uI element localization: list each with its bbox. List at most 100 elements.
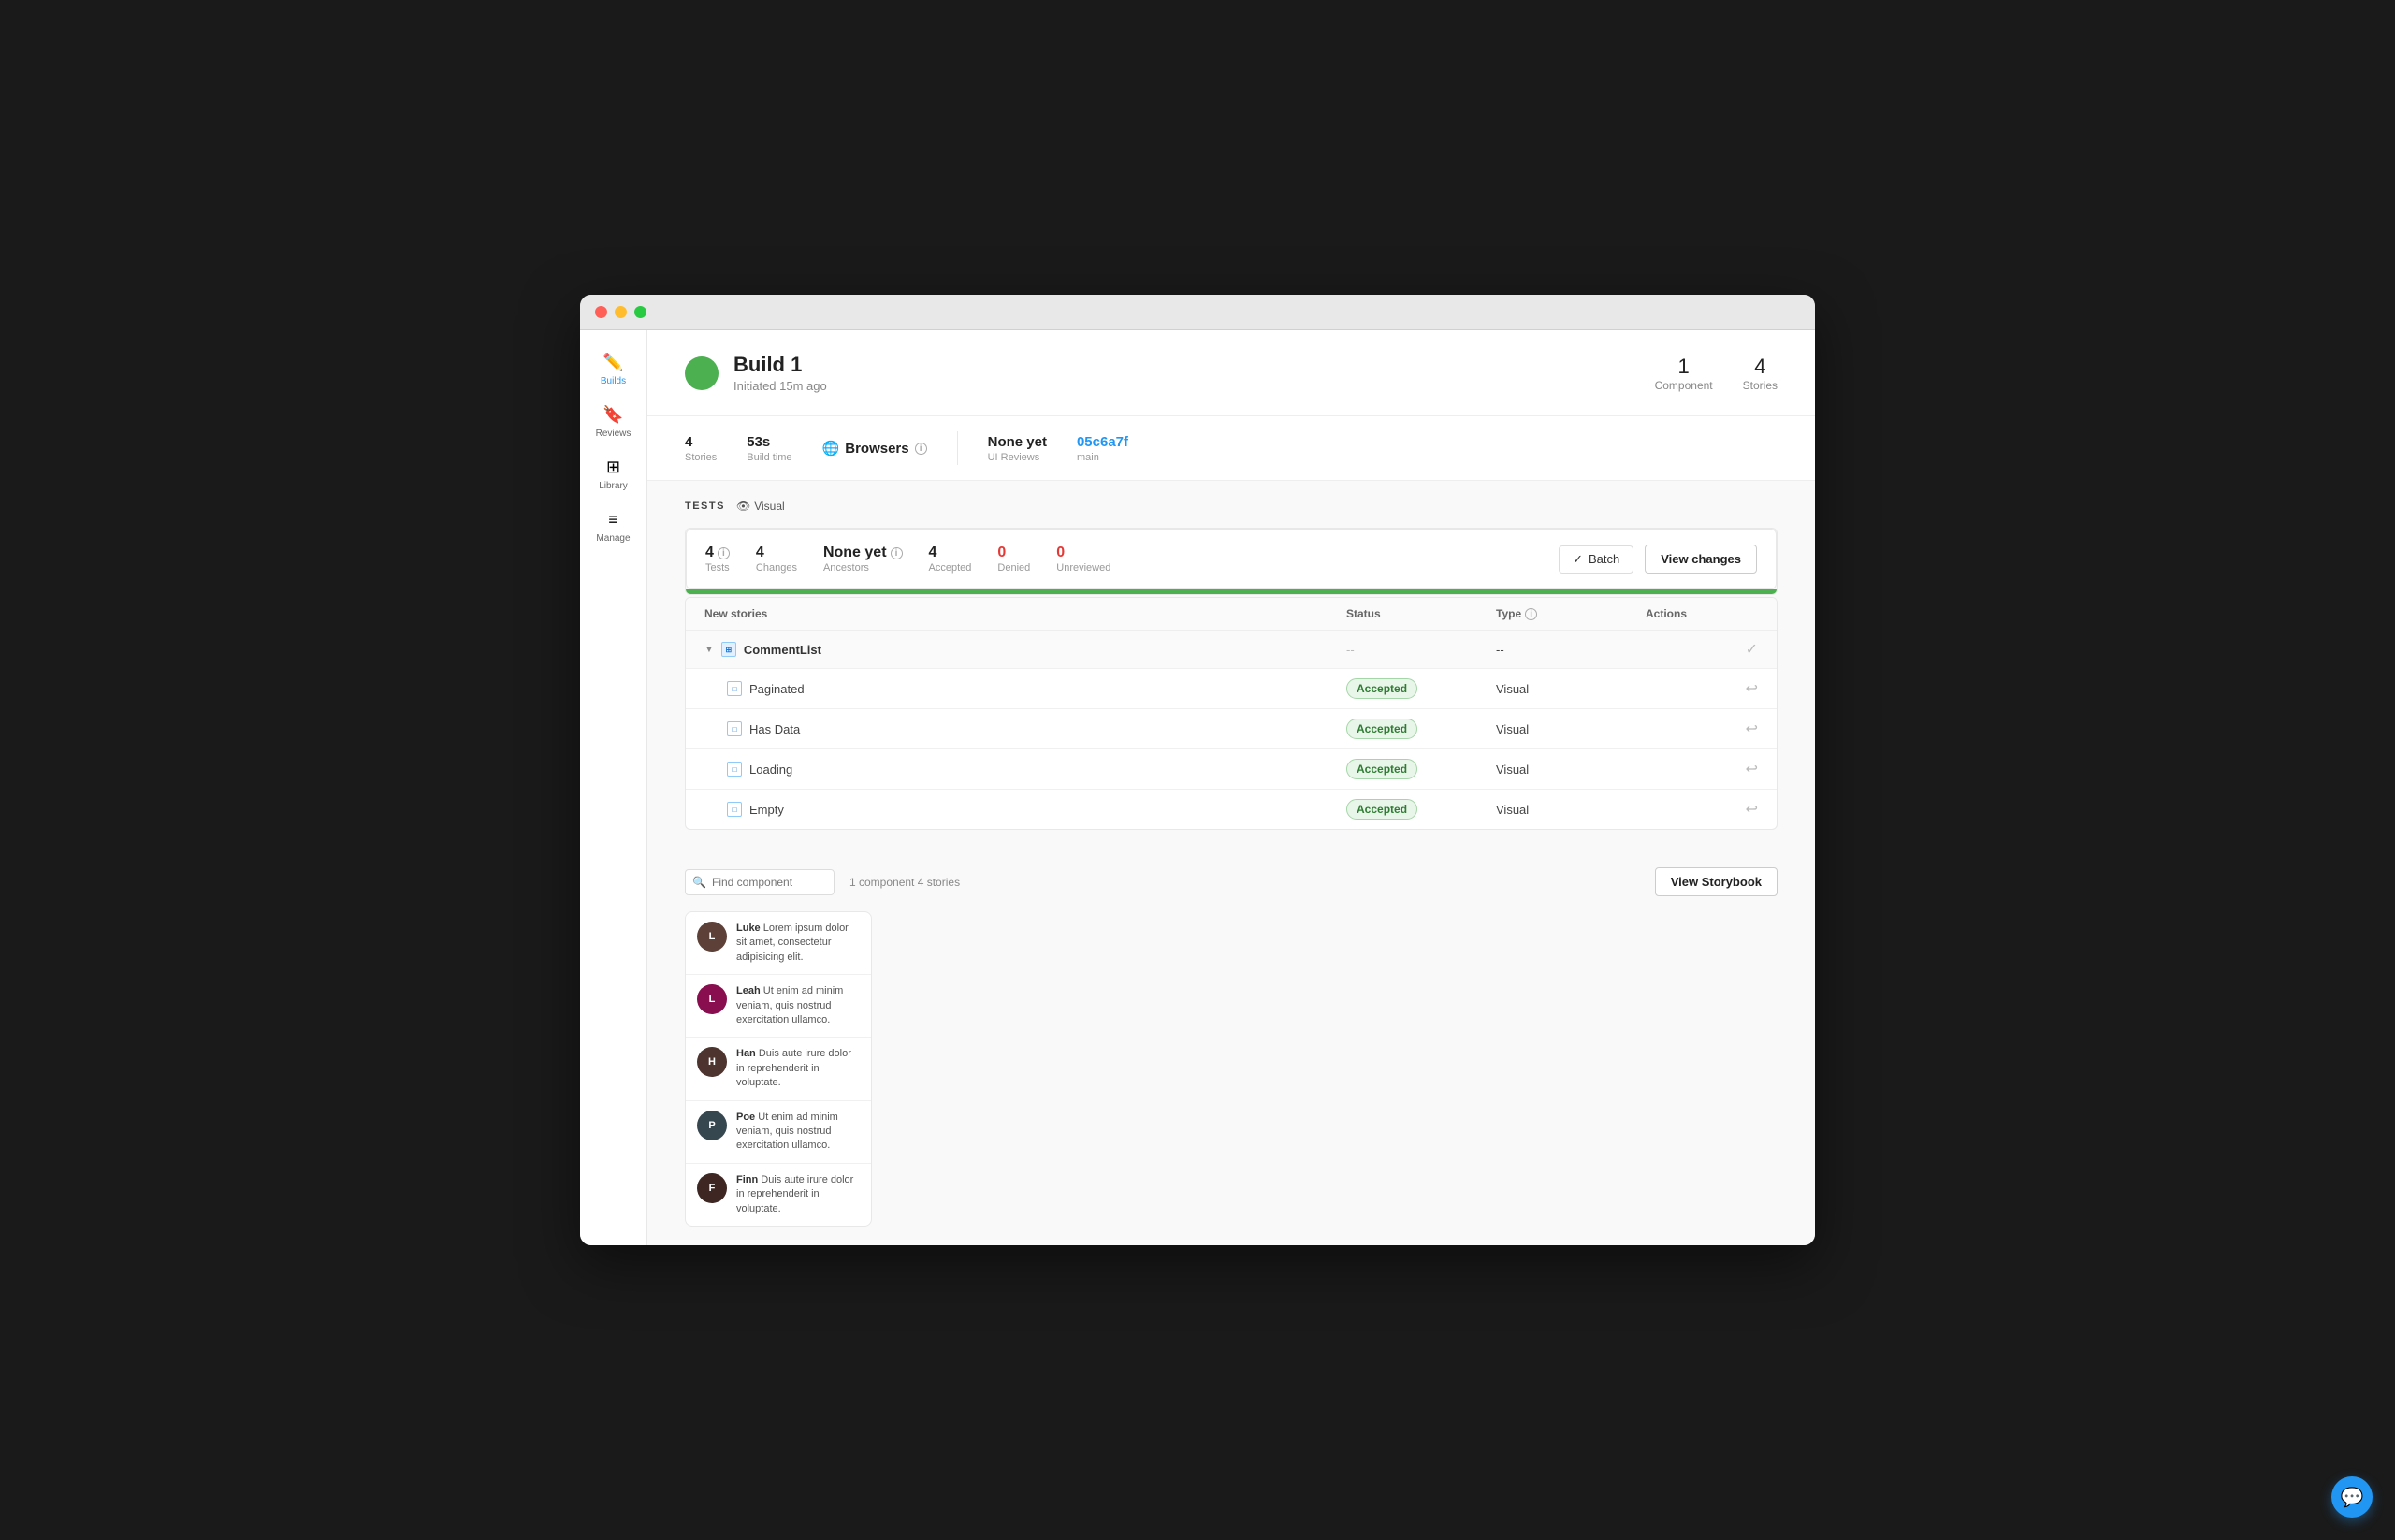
build-status-dot — [685, 356, 718, 390]
sidebar-reviews-label: Reviews — [596, 429, 631, 439]
sidebar-item-library[interactable]: ⊞ Library — [584, 450, 644, 499]
comment-item: L Leah Ut enim ad minim veniam, quis nos… — [686, 975, 871, 1038]
tm-changes: 4 Changes — [756, 545, 797, 574]
visual-badge: 👁 Visual — [736, 500, 785, 513]
view-changes-button[interactable]: View changes — [1645, 545, 1757, 574]
build-stats: 1 Component 4 Stories — [1655, 355, 1778, 392]
sidebar: ✏️ Builds 🔖 Reviews ⊞ Library ≡ Manage — [580, 330, 647, 1245]
branch-link[interactable]: 05c6a7f — [1077, 434, 1128, 450]
tm-denied: 0 Denied — [997, 545, 1030, 574]
tm-tests: 4 i Tests — [705, 545, 730, 574]
tm-unreviewed: 0 Unreviewed — [1056, 545, 1110, 574]
build-header: Build 1 Initiated 15m ago 1 Component 4 … — [647, 330, 1815, 416]
action-icon[interactable]: ↩ — [1746, 719, 1758, 738]
metric-browsers: 🌐 Browsers i — [822, 440, 927, 457]
tm-denied-label: Denied — [997, 562, 1030, 574]
type-info-icon: i — [1525, 608, 1537, 620]
batch-check-icon: ✓ — [1573, 552, 1583, 567]
tm-denied-val: 0 — [997, 545, 1030, 561]
metric-stories: 4 Stories — [685, 434, 717, 463]
component-count-label: 1 component 4 stories — [849, 876, 960, 889]
story-name-empty: □ Empty — [704, 802, 1346, 817]
sidebar-manage-label: Manage — [596, 533, 630, 544]
component-icon: ⊞ — [721, 642, 736, 657]
metric-stories-label: Stories — [685, 452, 717, 463]
metric-uireviews-label: UI Reviews — [988, 452, 1047, 463]
comment-item: H Han Duis aute irure dolor in reprehend… — [686, 1038, 871, 1100]
tests-info-icon: i — [718, 547, 730, 559]
story-icon: □ — [727, 762, 742, 777]
titlebar — [580, 295, 1815, 330]
metrics-bar: 4 Stories 53s Build time 🌐 Browsers i — [647, 416, 1815, 481]
maximize-button[interactable] — [634, 306, 646, 318]
metric-build-time: 53s Build time — [747, 434, 791, 463]
batch-button[interactable]: ✓ Batch — [1559, 545, 1633, 574]
collapse-icon[interactable]: ▼ — [704, 645, 714, 655]
story-name-hasdata: □ Has Data — [704, 721, 1346, 736]
accepted-badge: Accepted — [1346, 719, 1417, 739]
metric-buildtime-label: Build time — [747, 452, 791, 463]
app-window: ✏️ Builds 🔖 Reviews ⊞ Library ≡ Manage — [580, 295, 1815, 1245]
close-button[interactable] — [595, 306, 607, 318]
story-name-paginated: □ Paginated — [704, 681, 1346, 696]
visual-label: Visual — [754, 500, 784, 513]
table-row: □ Empty Accepted Visual ↩ — [686, 790, 1777, 829]
story-name-loading: □ Loading — [704, 762, 1346, 777]
status-empty: Accepted — [1346, 799, 1496, 820]
builds-icon: ✏️ — [602, 353, 623, 372]
storybook-preview: L Luke Lorem ipsum dolor sit amet, conse… — [685, 911, 872, 1227]
story-icon: □ — [727, 681, 742, 696]
tm-accepted-label: Accepted — [929, 562, 972, 574]
main-content: Build 1 Initiated 15m ago 1 Component 4 … — [647, 330, 1815, 1245]
table-header: New stories Status Type i Actions — [686, 598, 1777, 631]
metric-browsers-val: 🌐 Browsers i — [822, 440, 927, 457]
stories-count: 4 — [1743, 355, 1778, 379]
minimize-button[interactable] — [615, 306, 627, 318]
manage-icon: ≡ — [608, 510, 618, 530]
table-row: ▼ ⊞ CommentList -- -- ✓ — [686, 631, 1777, 669]
tests-metrics-right: ✓ Batch View changes — [1559, 545, 1757, 574]
tm-ancestors-val: None yet i — [823, 545, 903, 561]
tests-metrics-left: 4 i Tests 4 Changes — [705, 545, 1110, 574]
comment-text-finn: Finn Duis aute irure dolor in reprehende… — [736, 1173, 860, 1216]
search-row: 🔍 1 component 4 stories View Storybook — [685, 867, 1778, 896]
comment-item: P Poe Ut enim ad minim veniam, quis nost… — [686, 1101, 871, 1164]
tests-header: TESTS 👁 Visual — [685, 500, 1778, 513]
search-left: 🔍 1 component 4 stories — [685, 869, 960, 895]
sidebar-item-builds[interactable]: ✏️ Builds — [584, 345, 644, 394]
avatar-letter: F — [709, 1183, 716, 1194]
avatar-letter: P — [708, 1120, 715, 1131]
comment-text-han: Han Duis aute irure dolor in reprehender… — [736, 1047, 860, 1090]
action-icon[interactable]: ↩ — [1746, 679, 1758, 698]
th-stories: New stories — [704, 607, 1346, 620]
metric-uireviews-val: None yet — [988, 434, 1047, 450]
metric-divider — [957, 431, 958, 465]
view-storybook-button[interactable]: View Storybook — [1655, 867, 1778, 896]
progress-bar — [686, 589, 1777, 594]
chat-fab-button[interactable]: 💬 — [2331, 1476, 2373, 1518]
th-status: Status — [1346, 607, 1496, 620]
comment-item: L Luke Lorem ipsum dolor sit amet, conse… — [686, 912, 871, 975]
comment-item: F Finn Duis aute irure dolor in reprehen… — [686, 1164, 871, 1226]
type-hasdata: Visual — [1496, 722, 1646, 736]
search-input[interactable] — [685, 869, 835, 895]
sidebar-builds-label: Builds — [601, 376, 626, 386]
sidebar-library-label: Library — [599, 481, 628, 491]
metric-buildtime-val: 53s — [747, 434, 791, 450]
status-loading: Accepted — [1346, 759, 1496, 779]
action-check-icon[interactable]: ✓ — [1746, 640, 1758, 659]
actions-paginated: ↩ — [1646, 679, 1758, 698]
build-subtitle: Initiated 15m ago — [733, 379, 827, 393]
tm-changes-label: Changes — [756, 562, 797, 574]
action-icon[interactable]: ↩ — [1746, 760, 1758, 778]
action-icon[interactable]: ↩ — [1746, 800, 1758, 819]
build-title-group: Build 1 Initiated 15m ago — [733, 353, 827, 393]
browser-icon: 🌐 — [822, 440, 840, 457]
sidebar-item-manage[interactable]: ≡ Manage — [584, 502, 644, 551]
sidebar-item-reviews[interactable]: 🔖 Reviews — [584, 398, 644, 446]
view-storybook-label: View Storybook — [1671, 875, 1762, 889]
accepted-badge: Accepted — [1346, 759, 1417, 779]
search-icon: 🔍 — [692, 876, 706, 889]
app-layout: ✏️ Builds 🔖 Reviews ⊞ Library ≡ Manage — [580, 330, 1815, 1245]
tm-ancestors-label: Ancestors — [823, 562, 903, 574]
